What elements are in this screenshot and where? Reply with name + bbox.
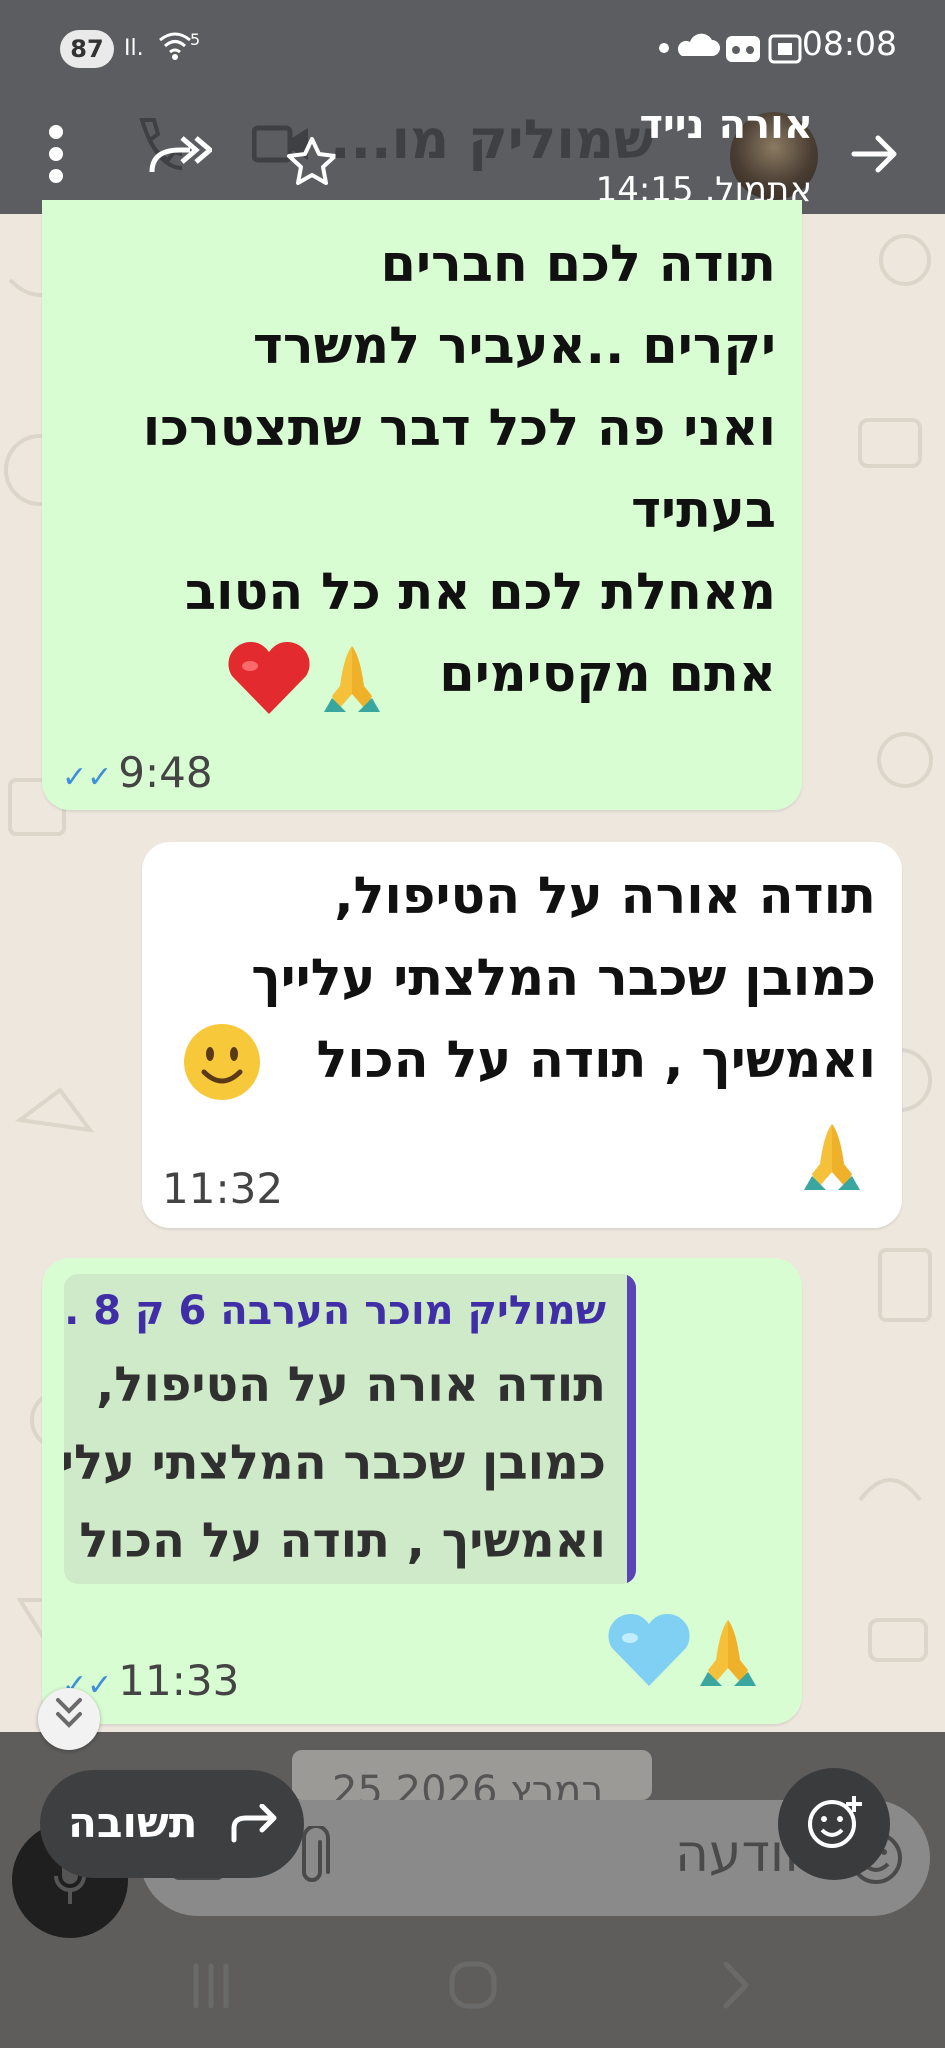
home-icon[interactable]	[448, 1960, 498, 2014]
scroll-to-bottom-button[interactable]	[38, 1688, 100, 1750]
praying-hands-emoji	[802, 1114, 862, 1198]
message-time: 11:33	[118, 1656, 240, 1705]
praying-hands-emoji	[322, 636, 382, 720]
quote-text: תודה אורה על הטיפול, כמובן שכבר המלצתי ע…	[64, 1357, 606, 1569]
smiling-face-emoji	[180, 1020, 264, 1108]
message-bubble[interactable]: שמוליק מוכר הערבה 6 ק 8 ... תודה אורה על…	[42, 1258, 802, 1724]
date-separator: 25 במרץ 2026	[292, 1750, 652, 1800]
emoji-add-icon	[804, 1792, 866, 1858]
chat-header: שמוליק מו... אורה נייד אתמול, 14:15	[0, 92, 945, 214]
dot-icon	[659, 43, 669, 53]
chat-title: שמוליק מו...	[330, 108, 655, 171]
message-bubble[interactable]: תודה לכם חברים יקרים ..אעביר למשרד ואני …	[42, 200, 802, 810]
read-ticks-icon: ✓✓	[62, 760, 113, 795]
message-bubble[interactable]: תודה אורה על הטיפול, כמובן שכבר המלצתי ע…	[142, 842, 902, 1228]
notification-icons	[656, 30, 816, 70]
quoted-message[interactable]: שמוליק מוכר הערבה 6 ק 8 ... תודה אורה על…	[64, 1274, 636, 1584]
back-icon[interactable]	[716, 1960, 756, 2014]
message-text: תודה אורה על הטיפול, כמובן שכבר המלצתי ע…	[251, 867, 876, 1090]
wifi-badge: 5	[190, 30, 201, 49]
message-time: 11:32	[162, 1164, 284, 1213]
battery-indicator: 87	[60, 30, 114, 68]
quote-accent-bar	[627, 1274, 636, 1584]
wifi-icon	[158, 30, 194, 66]
cloud-icon	[677, 33, 720, 56]
quote-author: שמוליק מוכר הערבה 6 ק 8 ...	[64, 1288, 606, 1334]
menu-dots-icon[interactable]	[44, 122, 68, 190]
add-reaction-button[interactable]	[778, 1768, 890, 1880]
reply-button-label: תשובה	[68, 1798, 198, 1847]
signal-icon: Il.	[124, 36, 144, 61]
red-heart-emoji	[226, 640, 312, 720]
back-arrow-icon[interactable]	[850, 132, 900, 180]
praying-hands-emoji	[698, 1610, 758, 1694]
reply-arrow-icon	[230, 1803, 280, 1854]
system-nav-bar	[0, 1940, 945, 2048]
status-clock: 08:08	[801, 24, 897, 63]
blue-heart-emoji	[606, 1612, 692, 1692]
contact-name[interactable]: אורה נייד	[639, 102, 813, 148]
recent-apps-icon[interactable]	[186, 1960, 236, 2014]
voicemail-icon	[726, 36, 760, 62]
message-meta: 11:32	[162, 1164, 283, 1213]
message-meta: ✓✓ 9:48	[62, 748, 213, 797]
reply-button[interactable]: תשובה	[40, 1770, 304, 1878]
message-time: 9:48	[118, 748, 213, 797]
forward-icon[interactable]	[148, 130, 214, 182]
status-bar: 87 Il. 5 08:08	[0, 0, 945, 92]
chevrons-down-icon	[54, 1698, 84, 1739]
